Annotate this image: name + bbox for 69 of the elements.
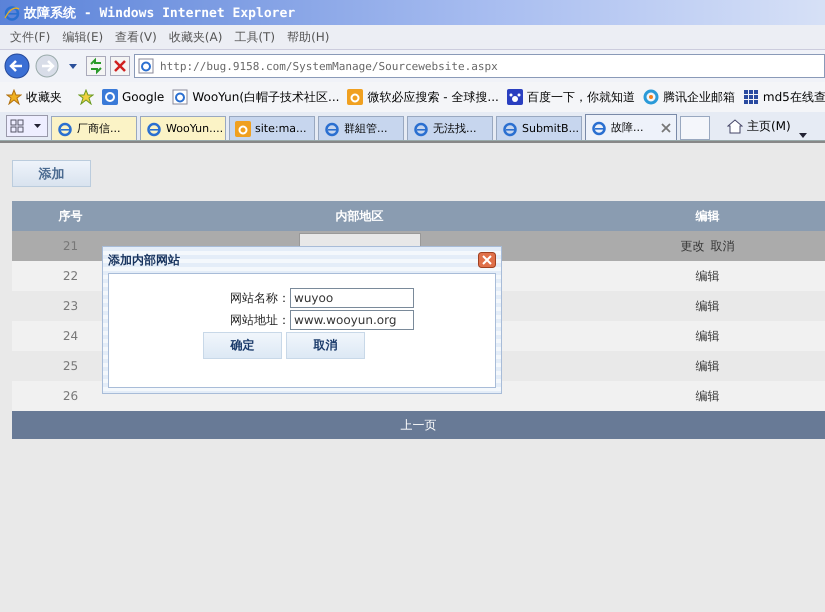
action-link[interactable]: 取消 xyxy=(710,238,734,254)
action-link[interactable]: 编辑 xyxy=(696,268,720,284)
quick-tabs-button[interactable] xyxy=(6,115,48,137)
table-cell-text: 22 xyxy=(62,269,80,283)
e-logo-icon xyxy=(57,120,73,136)
menu-item[interactable]: 查看(V) xyxy=(111,28,165,46)
refresh-button[interactable] xyxy=(86,56,106,76)
browser-tab[interactable]: WooYun.... xyxy=(140,116,226,140)
column-header: 序号 xyxy=(58,208,84,224)
dialog-title: 添加内部网站 xyxy=(108,252,180,268)
close-button[interactable] xyxy=(478,252,496,268)
e-logo-icon xyxy=(502,120,518,136)
stop-button[interactable] xyxy=(110,56,130,76)
e-logo-icon xyxy=(413,120,429,136)
action-link[interactable]: 编辑 xyxy=(696,298,720,314)
table-cell-text: 24 xyxy=(62,329,80,343)
browser-tab[interactable]: 无法找... xyxy=(407,116,493,140)
address-field[interactable]: http://bug.9158.com/SystemManage/Sourcewebsite.aspx xyxy=(134,54,825,78)
action-link[interactable]: 编辑 xyxy=(696,388,720,404)
e-logo-icon xyxy=(591,120,607,136)
e-logo-icon xyxy=(4,4,20,20)
browser-tab[interactable]: 厂商信... xyxy=(51,116,137,140)
e-logo-icon xyxy=(324,120,340,136)
ring-icon xyxy=(642,89,659,105)
table-cell-text: 26 xyxy=(62,389,80,403)
browser-tab[interactable]: 群組管... xyxy=(318,116,404,140)
close-icon[interactable] xyxy=(661,122,671,132)
table-cell-text: 25 xyxy=(62,359,80,373)
field-label: 网站地址： xyxy=(230,312,290,328)
action-link[interactable]: 更改 xyxy=(680,238,704,254)
bookmark-link[interactable]: md5在线查 xyxy=(742,88,825,106)
bookmark-link[interactable]: 腾讯企业邮箱 xyxy=(642,88,735,106)
house-icon xyxy=(727,118,743,134)
e-logo-icon xyxy=(146,120,162,136)
action-link[interactable]: 编辑 xyxy=(696,358,720,374)
browser-tab[interactable]: site:ma... xyxy=(229,116,315,140)
back-button[interactable] xyxy=(4,53,30,79)
previous-page-link[interactable]: 上一页 xyxy=(400,416,436,434)
dialog-button[interactable]: 确定 xyxy=(203,332,282,359)
star-icon xyxy=(6,89,22,105)
dialog-button[interactable]: 取消 xyxy=(286,332,365,359)
field-label: 网站名称： xyxy=(230,290,290,306)
paw-icon xyxy=(506,89,523,105)
bookmark-link[interactable]: WooYun(白帽子技术社区... xyxy=(172,88,340,106)
page-icon xyxy=(172,89,188,105)
page-icon xyxy=(138,58,154,74)
window-title: 故障系统 - Windows Internet Explorer xyxy=(24,4,296,22)
menu-item[interactable]: 帮助(H) xyxy=(283,28,338,46)
grid-icon xyxy=(742,89,759,105)
table-cell-text: 23 xyxy=(62,299,80,313)
menu-item[interactable]: 工具(T) xyxy=(230,28,284,46)
menu-item[interactable]: 文件(F) xyxy=(6,28,58,46)
add-favorite-icon[interactable] xyxy=(78,89,94,105)
bookmark-link[interactable]: 微软必应搜索 - 全球搜... xyxy=(347,88,499,106)
add-button[interactable]: 添加 xyxy=(12,160,91,187)
dropdown-icon[interactable] xyxy=(68,61,78,71)
input-field[interactable]: wuyoo xyxy=(290,288,414,308)
bookmark-link[interactable]: 百度一下，你就知道 xyxy=(506,88,635,106)
menu-item[interactable]: 收藏夹(A) xyxy=(164,28,230,46)
action-link[interactable]: 编辑 xyxy=(696,328,720,344)
menu-item[interactable]: 编辑(E) xyxy=(58,28,112,46)
column-header: 编辑 xyxy=(694,208,720,224)
home-button[interactable]: 主页(M) xyxy=(727,118,791,134)
favorites-button[interactable]: 收藏夹 xyxy=(6,88,62,106)
browser-tab[interactable]: 故障... xyxy=(585,114,677,140)
browser-tab[interactable]: SubmitB... xyxy=(496,116,582,140)
bookmark-link[interactable]: Google xyxy=(102,89,164,105)
input-field[interactable]: www.wooyun.org xyxy=(290,310,414,330)
column-header: 内部地区 xyxy=(334,208,384,224)
